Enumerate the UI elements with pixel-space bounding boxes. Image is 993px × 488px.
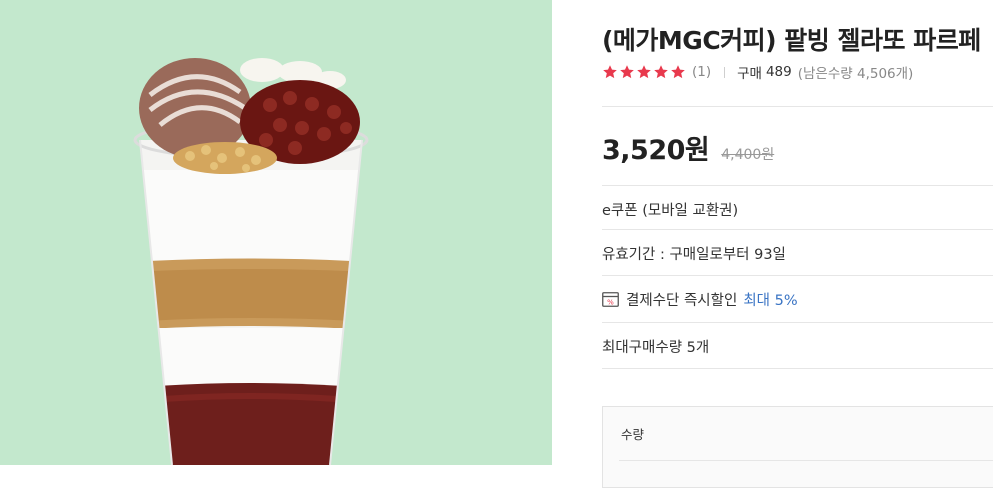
star-icon [671, 65, 685, 79]
card-discount-icon: % [602, 292, 619, 307]
discount-value: 최대 5% [743, 293, 798, 309]
star-icon [637, 65, 651, 79]
sold-count: 489 [765, 64, 792, 80]
product-details: (메가MGC커피) 팥빙 젤라또 파르페 (1) 구매 489 (남은수량 4,… [602, 0, 993, 488]
divider [602, 368, 993, 369]
product-type: e쿠폰 (모바일 교환권) [602, 203, 739, 219]
divider [619, 460, 993, 461]
rating-row: (1) 구매 489 (남은수량 4,506개) [602, 62, 913, 82]
sold-label: 구매 [737, 66, 762, 82]
divider [602, 229, 993, 230]
star-icon [620, 65, 634, 79]
quantity-box: 수량 [602, 406, 993, 488]
review-count-link[interactable]: (1) [692, 64, 711, 80]
divider [602, 106, 993, 107]
star-icon [603, 65, 617, 79]
star-icon [654, 65, 668, 79]
parfait-illustration [133, 58, 369, 465]
product-title: (메가MGC커피) 팥빙 젤라또 파르페 [602, 26, 981, 55]
discount-label: 결제수단 즉시할인 [626, 293, 738, 309]
product-image [0, 0, 552, 465]
separator [724, 66, 726, 78]
sale-price: 3,520원 [602, 135, 710, 166]
quantity-label: 수량 [621, 427, 645, 442]
svg-text:%: % [607, 298, 614, 306]
divider [602, 275, 993, 276]
remaining-stock: (남은수량 4,506개) [797, 66, 914, 82]
divider [602, 185, 993, 186]
star-rating[interactable] [602, 64, 686, 80]
original-price: 4,400원 [721, 147, 775, 163]
divider [602, 322, 993, 323]
price-row: 3,520원 4,400원 [602, 128, 774, 167]
validity-period: 유효기간 : 구매일로부터 93일 [602, 247, 786, 263]
payment-discount-row[interactable]: % 결제수단 즉시할인 최대 5% [602, 289, 798, 310]
max-purchase-quantity: 최대구매수량 5개 [602, 340, 710, 356]
